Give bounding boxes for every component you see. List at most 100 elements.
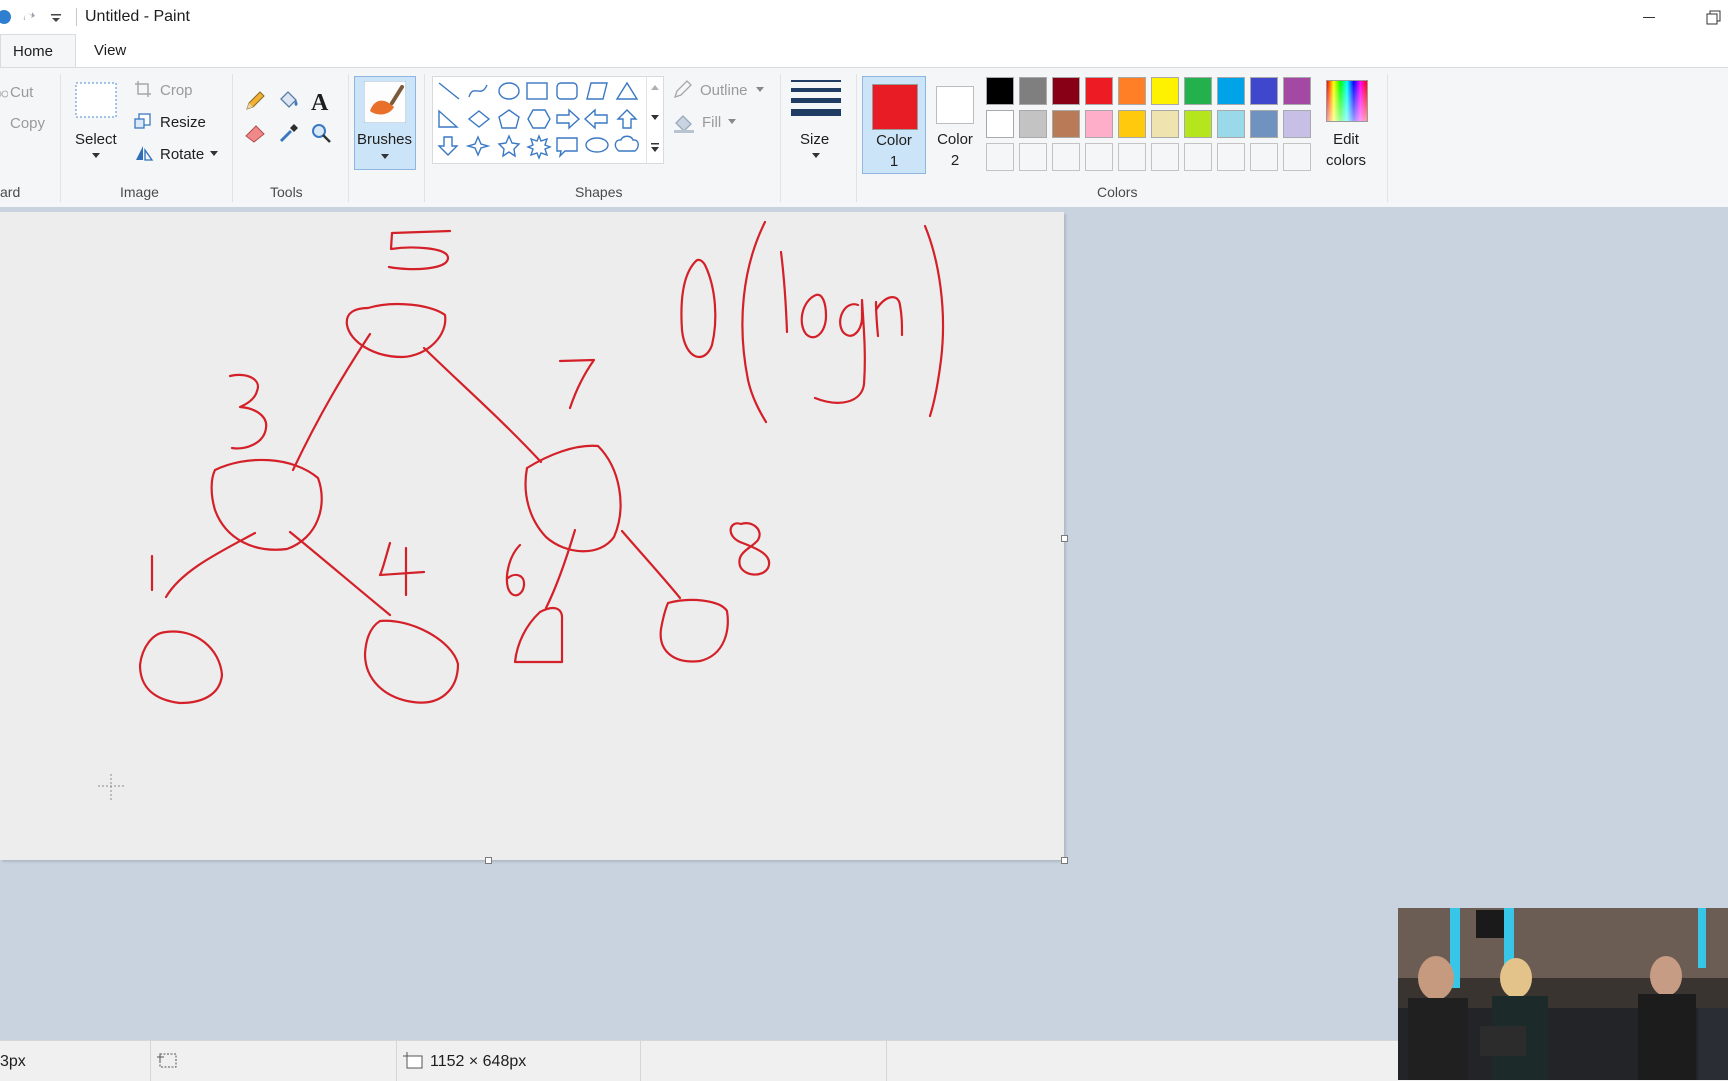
size-button[interactable]: Size: [788, 76, 844, 168]
custom-color-slot[interactable]: [1019, 143, 1047, 171]
drawing-canvas[interactable]: [0, 212, 1068, 864]
undo-icon[interactable]: [0, 9, 12, 25]
magnifier-icon[interactable]: [310, 122, 332, 144]
clipboard-group-label: ard: [0, 184, 21, 200]
color-wheel-icon: [1326, 80, 1368, 122]
crop-icon: [135, 81, 151, 97]
shapes-gallery-icons: [437, 81, 639, 160]
status-separator: [396, 1041, 397, 1081]
brush-icon: [364, 81, 406, 123]
color-picker-icon[interactable]: [278, 122, 300, 144]
svg-text:A: A: [311, 90, 329, 114]
chevron-up-icon: [651, 85, 659, 90]
restore-icon[interactable]: [1700, 6, 1724, 28]
outline-label: Outline: [700, 82, 748, 99]
customize-qat-icon[interactable]: [48, 9, 64, 25]
shapes-group-label: Shapes: [575, 184, 623, 200]
more-icon: [651, 143, 659, 152]
custom-color-slot[interactable]: [1250, 143, 1278, 171]
palette-swatch[interactable]: [1118, 77, 1146, 105]
canvas-resize-handle-corner[interactable]: [1061, 857, 1068, 864]
palette-swatch[interactable]: [1118, 110, 1146, 138]
group-separator: [348, 74, 349, 202]
palette-swatch[interactable]: [1250, 77, 1278, 105]
tab-home[interactable]: Home: [0, 34, 76, 68]
custom-color-slot[interactable]: [1052, 143, 1080, 171]
status-separator: [150, 1041, 151, 1081]
palette-swatch[interactable]: [1019, 110, 1047, 138]
cut-icon: [0, 90, 8, 98]
brushes-button[interactable]: Brushes: [354, 76, 416, 170]
canvas-resize-handle-right[interactable]: [1061, 535, 1068, 542]
custom-color-slot[interactable]: [1118, 143, 1146, 171]
palette-swatch[interactable]: [1250, 110, 1278, 138]
palette-swatch[interactable]: [986, 77, 1014, 105]
chevron-down-icon: [210, 151, 218, 156]
canvas-resize-handle-bottom[interactable]: [485, 857, 492, 864]
palette-swatch[interactable]: [1283, 77, 1311, 105]
palette-swatch[interactable]: [1217, 110, 1245, 138]
title-bar: Untitled - Paint: [0, 0, 1728, 34]
text-icon[interactable]: A: [308, 88, 332, 114]
palette-swatch[interactable]: [1184, 77, 1212, 105]
selection-size-icon: [157, 1053, 177, 1068]
palette-swatch[interactable]: [986, 110, 1014, 138]
color-1-label: Color: [876, 132, 912, 149]
palette-swatch[interactable]: [1085, 77, 1113, 105]
line-size-icon: [791, 80, 841, 116]
custom-color-slot[interactable]: [986, 143, 1014, 171]
palette-swatch[interactable]: [1151, 77, 1179, 105]
custom-color-slot[interactable]: [1184, 143, 1212, 171]
tab-view-label: View: [94, 42, 127, 59]
fill-bucket-icon[interactable]: [276, 89, 300, 113]
group-separator: [1387, 74, 1388, 202]
status-separator: [640, 1041, 641, 1081]
eraser-icon[interactable]: [244, 122, 268, 144]
custom-color-slot[interactable]: [1217, 143, 1245, 171]
color-2-swatch: [936, 86, 974, 124]
custom-color-slot[interactable]: [1283, 143, 1311, 171]
select-button[interactable]: Select: [72, 76, 120, 162]
crop-button[interactable]: Crop: [134, 80, 224, 102]
shapes-gallery[interactable]: [432, 76, 664, 164]
outline-button[interactable]: Outline: [672, 80, 772, 102]
custom-color-slot[interactable]: [1085, 143, 1113, 171]
ribbon: Cut Copy ard Select Crop Resize Rotate I…: [0, 67, 1728, 208]
rotate-button[interactable]: Rotate: [134, 144, 224, 166]
color-1-swatch: [872, 84, 918, 130]
copy-button[interactable]: Copy: [10, 115, 45, 132]
chevron-down-icon: [651, 115, 659, 120]
minimize-icon[interactable]: [1637, 6, 1661, 28]
palette-swatch[interactable]: [1217, 77, 1245, 105]
tab-view[interactable]: View: [82, 34, 138, 67]
color-2-button[interactable]: Color 2: [924, 76, 986, 172]
palette-swatch[interactable]: [1151, 110, 1179, 138]
group-separator: [780, 74, 781, 202]
fill-label: Fill: [702, 114, 722, 131]
custom-color-slot[interactable]: [1151, 143, 1179, 171]
palette-swatch[interactable]: [1184, 110, 1212, 138]
canvas-size: 1152 × 648px: [430, 1053, 527, 1070]
chevron-down-icon: [92, 153, 100, 158]
color-2-label: Color: [937, 131, 973, 148]
group-separator: [856, 74, 857, 202]
color-2-number: 2: [950, 152, 960, 169]
colors-group-label: Colors: [1097, 184, 1138, 200]
palette-swatch[interactable]: [1052, 77, 1080, 105]
group-separator: [232, 74, 233, 202]
palette-swatch[interactable]: [1085, 110, 1113, 138]
color-1-button[interactable]: Color 1: [862, 76, 926, 174]
shapes-scrollbar[interactable]: [646, 77, 663, 163]
chevron-down-icon: [756, 87, 764, 92]
palette-swatch[interactable]: [1283, 110, 1311, 138]
cut-button[interactable]: Cut: [10, 84, 33, 101]
palette-swatch[interactable]: [1019, 77, 1047, 105]
fill-button[interactable]: Fill: [672, 112, 772, 134]
pencil-icon[interactable]: [244, 90, 266, 112]
freehand-drawing: [98, 220, 945, 800]
edit-colors-button[interactable]: Edit colors: [1320, 76, 1372, 172]
resize-button[interactable]: Resize: [134, 112, 224, 134]
redo-icon[interactable]: [20, 9, 36, 25]
palette-swatch[interactable]: [1052, 110, 1080, 138]
cursor-position: 3px: [0, 1053, 26, 1070]
